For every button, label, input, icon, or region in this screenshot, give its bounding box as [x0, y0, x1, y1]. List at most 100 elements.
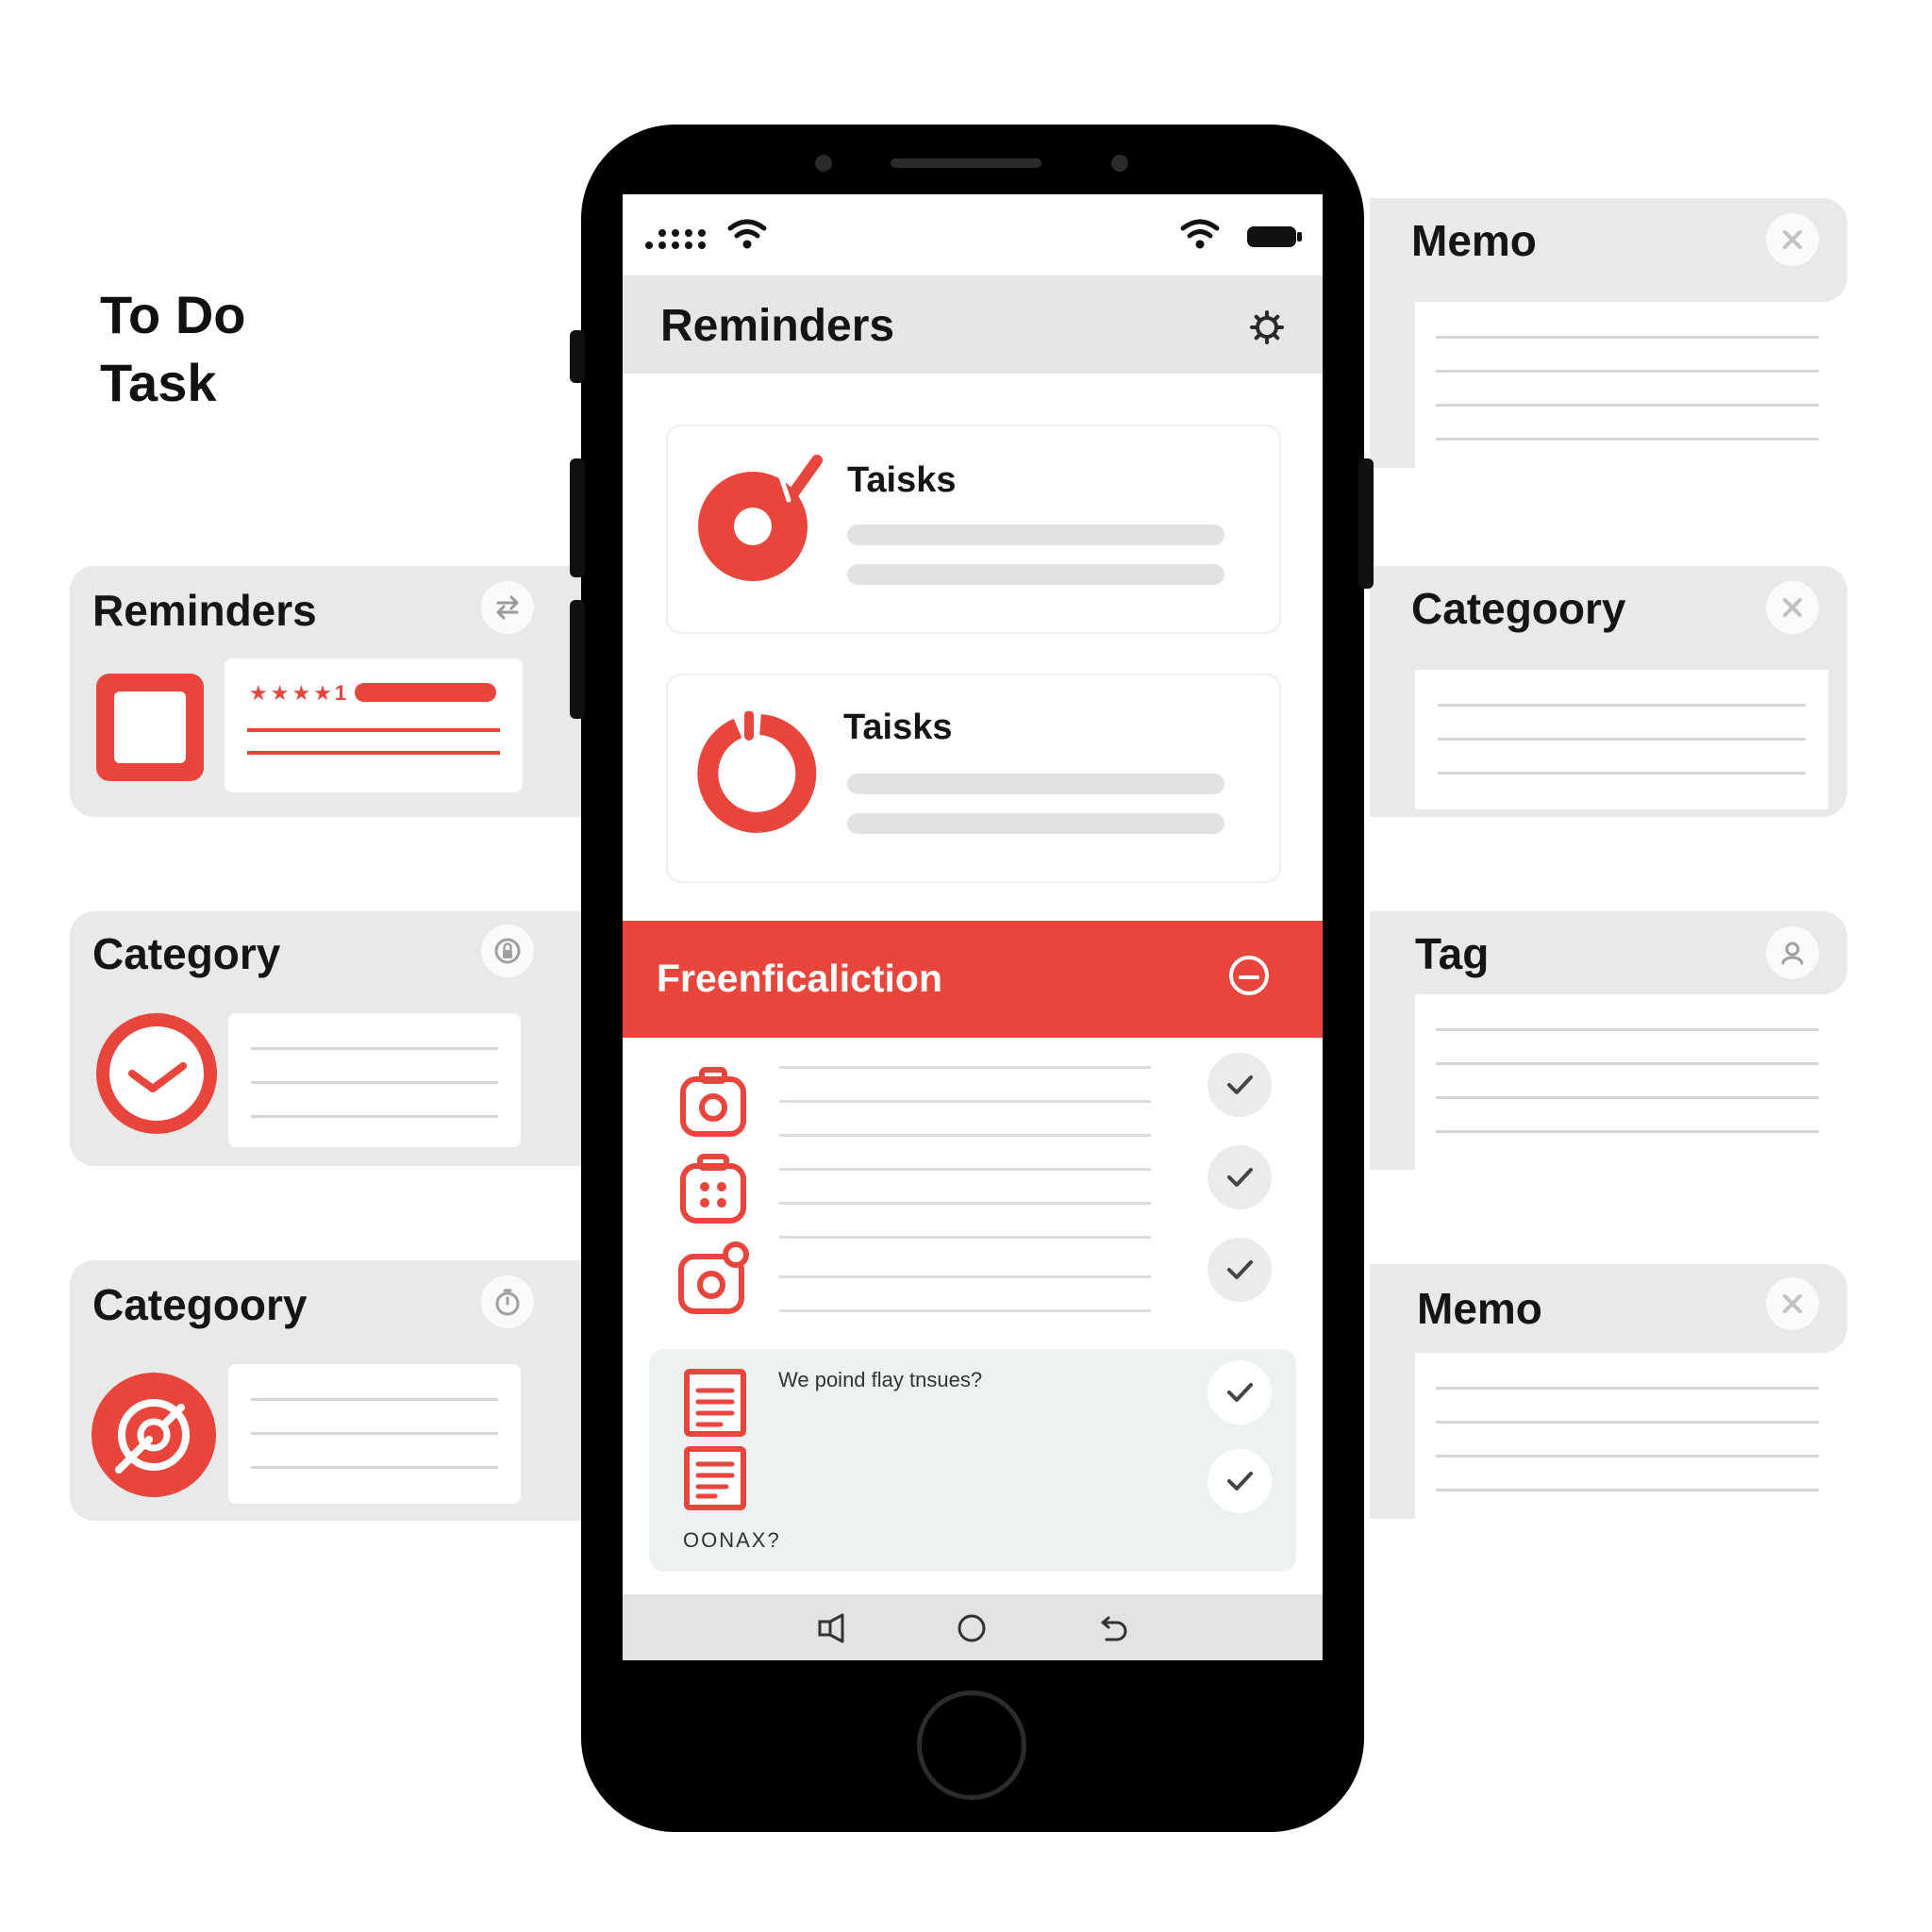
gear-icon[interactable] [1249, 309, 1285, 345]
row-line [779, 1202, 1151, 1205]
document-icon [684, 1446, 746, 1510]
camera-icon [680, 1067, 746, 1137]
reminder-preview: ★★★★1 [225, 658, 523, 792]
memo-card-body [1415, 302, 1847, 468]
memo-card-header[interactable]: Memo [1370, 198, 1847, 302]
categoory-right-body [1415, 670, 1828, 809]
category-preview [228, 1013, 521, 1147]
row-line [779, 1134, 1151, 1137]
row-line [779, 1236, 1151, 1239]
memo2-card-header[interactable]: Memo [1370, 1264, 1847, 1353]
phone-volume-down[interactable] [570, 600, 585, 719]
check-button[interactable] [1208, 1053, 1272, 1117]
timer-button[interactable] [481, 1275, 534, 1328]
close-icon [1783, 1294, 1802, 1313]
memo-footer: OONAX? [683, 1528, 781, 1552]
check-icon [1227, 1168, 1253, 1187]
preview-line [247, 751, 500, 755]
target-check-icon [698, 455, 823, 581]
task-card[interactable]: Taisks [666, 425, 1281, 634]
nav-bar [623, 1594, 1323, 1660]
memo-question: We poind flay tnsues? [778, 1368, 983, 1391]
phone-mute-switch[interactable] [570, 330, 585, 383]
tag-card-title: Tag [1415, 929, 1490, 978]
row-line [779, 1100, 1151, 1103]
row-line [779, 1168, 1151, 1171]
category-card[interactable]: Category [70, 911, 598, 1166]
task-title: Taisks [847, 460, 957, 500]
tag-card-edge [1370, 994, 1415, 1170]
categoory-close-button[interactable] [1766, 581, 1819, 634]
categoory-card[interactable]: Categoory [70, 1260, 598, 1521]
check-button[interactable] [1208, 1238, 1272, 1302]
nav-back-button[interactable] [813, 1609, 851, 1647]
phone-screen: Reminders Taisks Taisks Freenficaliction… [623, 194, 1323, 1660]
notification-band[interactable]: Freenficaliction [623, 921, 1323, 1038]
document-icon [684, 1369, 746, 1437]
phone-volume-up[interactable] [570, 458, 585, 577]
preview-line [247, 728, 500, 732]
categoory-preview [228, 1364, 521, 1504]
reminders-card-title: Reminders [92, 586, 317, 635]
row-line [779, 1309, 1151, 1312]
hero-title-line1: To Do [100, 285, 246, 344]
check-button[interactable] [1208, 1360, 1272, 1424]
signal-dots-icon [645, 229, 706, 249]
swap-button[interactable] [481, 581, 534, 634]
user-icon [1781, 941, 1804, 965]
lock-button[interactable] [481, 924, 534, 977]
lock-icon [494, 938, 521, 964]
tag-card-body [1415, 994, 1847, 1170]
hero-title-line2: Task [100, 353, 217, 412]
placeholder-bar [847, 774, 1224, 794]
memo2-card-edge [1370, 1353, 1415, 1519]
checkbox-icon[interactable] [96, 674, 204, 781]
memo-close-button[interactable] [1766, 213, 1819, 266]
app-bar: Reminders [623, 275, 1323, 374]
memo-panel[interactable]: We poind flay tnsues? OONAX? [649, 1349, 1296, 1572]
placeholder-bar [847, 525, 1224, 545]
wifi-icon [727, 219, 767, 249]
clock-check-icon [96, 1013, 217, 1134]
placeholder-bar [847, 813, 1224, 834]
return-icon [1101, 1616, 1127, 1641]
home-icon [958, 1614, 986, 1642]
app-title: Reminders [660, 301, 895, 351]
timer-icon [495, 1289, 520, 1316]
phone-power-button[interactable] [1358, 458, 1374, 589]
progress-pill [355, 683, 496, 702]
categoory-right-card[interactable]: Categoory [1370, 566, 1847, 817]
placeholder-bar [847, 564, 1224, 585]
wifi-icon [1180, 219, 1220, 249]
minus-circle-icon[interactable] [1226, 953, 1272, 998]
rating-stars: ★★★★1 [249, 681, 350, 705]
nav-return-button[interactable] [1096, 1609, 1134, 1647]
memo2-card-body [1415, 1353, 1847, 1519]
memo-card-edge [1370, 302, 1415, 468]
categoory-right-title: Categoory [1411, 584, 1626, 633]
check-button[interactable] [1208, 1449, 1272, 1513]
status-bar [623, 194, 1323, 275]
check-icon [1227, 1260, 1253, 1279]
tag-card-header[interactable]: Tag [1370, 911, 1847, 994]
categoory-card-title: Categoory [92, 1280, 308, 1329]
task-title: Taisks [843, 708, 953, 747]
check-button[interactable] [1208, 1145, 1272, 1209]
task-card[interactable]: Taisks [666, 674, 1281, 883]
row-line [779, 1275, 1151, 1278]
nav-home-button[interactable] [953, 1609, 991, 1647]
phone-camera [815, 155, 832, 172]
memo2-close-button[interactable] [1766, 1277, 1819, 1330]
hero-title: To Do Task [100, 281, 477, 417]
target-icon [92, 1373, 216, 1497]
back-icon [818, 1613, 844, 1643]
tag-user-button[interactable] [1766, 926, 1819, 979]
memo2-card-title: Memo [1417, 1284, 1542, 1333]
category-card-title: Category [92, 929, 281, 978]
reminders-card[interactable]: Reminders ★★★★1 [70, 566, 598, 817]
check-icon [1227, 1383, 1253, 1402]
camera-notify-icon [678, 1241, 749, 1314]
battery-icon [1247, 226, 1302, 247]
phone-home-button[interactable] [917, 1690, 1026, 1800]
row-line [779, 1066, 1151, 1069]
